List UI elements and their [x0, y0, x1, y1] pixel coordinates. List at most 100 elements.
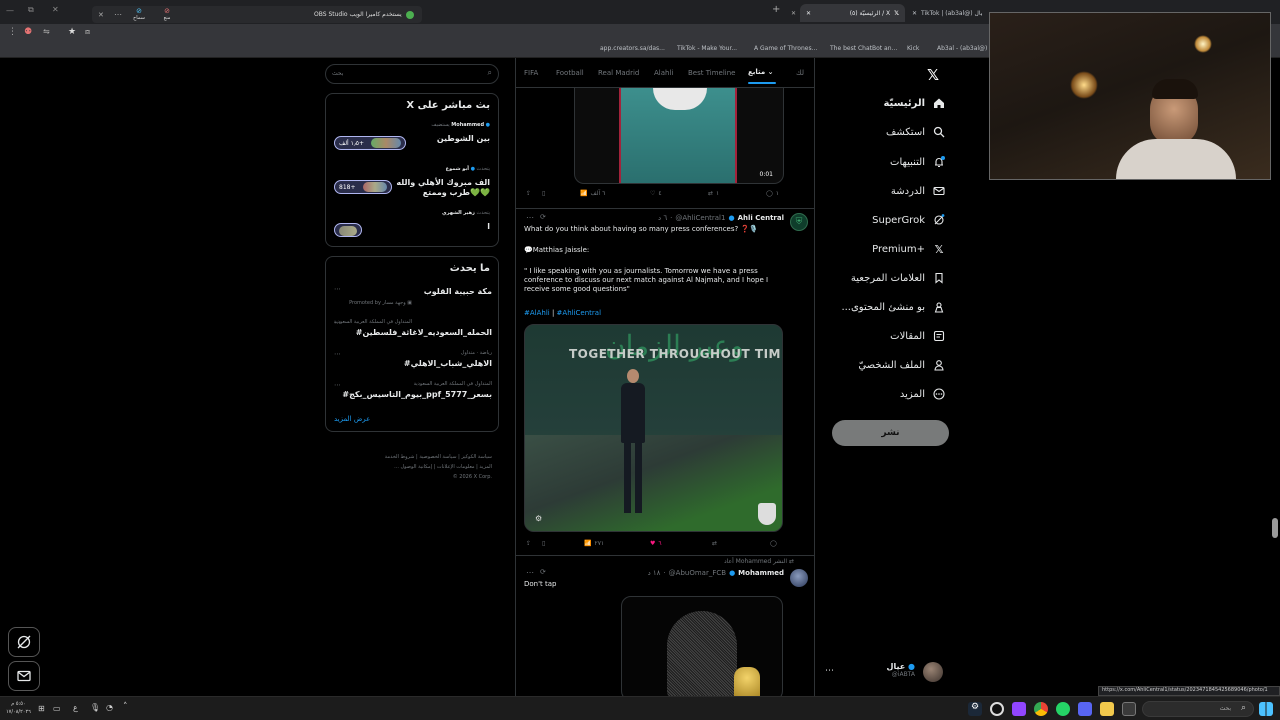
obs-icon[interactable] [990, 702, 1004, 716]
tweet-mohammed[interactable]: أعاد Mohammed النشر ⇄ ١٨ د · @AbuOmar_FC… [516, 556, 814, 696]
post-button[interactable]: نشر [832, 420, 949, 446]
x-logo-icon[interactable]: 𝕏 [927, 66, 939, 84]
bookmark-kick[interactable]: Kick [907, 45, 919, 52]
nav-supergrok[interactable]: SuperGrok [820, 214, 945, 226]
search-input[interactable]: بحث ⌕ [325, 64, 499, 84]
taskbar-clock[interactable]: ٥:٥٠ م ١٧/٠٨/٢٠٢٦ [6, 700, 31, 716]
trend-item[interactable]: ⋯ رياضة · متداول #الاهلي_شباب_الاهلي [326, 350, 500, 374]
messages-float-button[interactable] [8, 661, 40, 691]
whatsapp-icon[interactable] [1056, 702, 1070, 716]
volume-icon[interactable]: ◔ [106, 703, 113, 712]
show-more-link[interactable]: عرض المزيد [334, 415, 370, 423]
like-button[interactable]: ♡ ٤ [650, 190, 662, 197]
nav-articles[interactable]: المقالات [820, 330, 945, 342]
more-dots-icon[interactable]: ⋯ [526, 568, 534, 577]
more-dots-icon[interactable]: ⋯ [334, 285, 341, 293]
footer-link[interactable]: معلومات الإعلانات [437, 464, 475, 470]
close-icon[interactable]: ✕ [98, 11, 104, 19]
store-icon[interactable] [1122, 702, 1136, 716]
views-count[interactable]: 📶 ٢٧١ [584, 540, 604, 547]
trend-item[interactable]: ⋯ المتداول في المملكة العربية السعودية #… [326, 319, 500, 343]
avatar[interactable] [790, 569, 808, 587]
display-icon[interactable]: ▭ [53, 704, 61, 713]
tweet-handle[interactable]: @AhliCentral1 [675, 214, 725, 222]
tab-best-timeline[interactable]: Best Timeline [688, 69, 736, 77]
tab-for-you[interactable]: لك [796, 69, 804, 77]
tab-football[interactable]: Football [556, 69, 584, 77]
retweet-button[interactable]: ⇄ [712, 540, 717, 547]
menu-dots-icon[interactable]: ⋮ [8, 27, 17, 37]
window-restore-button[interactable]: ⧉ [28, 5, 34, 15]
grok-float-button[interactable] [8, 627, 40, 657]
tweet-author[interactable]: Ahli Central [738, 214, 784, 222]
trend-item[interactable]: ⋯ المتداول في المملكة العربية السعودية #… [326, 381, 500, 405]
bookmark-creators[interactable]: app.creators.sa/das... [600, 45, 665, 52]
profile-icon[interactable]: ⚉ [24, 27, 32, 37]
listeners-pill[interactable] [334, 223, 362, 237]
live-space-item[interactable]: يستضيف Mohammed ● بين الشوطين ١٫٥ ألف+ [326, 122, 500, 156]
footer-link[interactable]: شروط الخدمة [385, 454, 415, 460]
nav-notifications[interactable]: التنبيهات [820, 156, 945, 168]
bookmark-got[interactable]: A Game of Thrones... [754, 45, 817, 52]
extensions-icon[interactable]: ⇋ [43, 27, 50, 36]
more-icon[interactable]: ⋯ [114, 10, 122, 19]
taskbar-search[interactable]: بحث ⌕ [1142, 701, 1254, 717]
nav-explore[interactable]: استكشف [820, 126, 945, 138]
more-dots-icon[interactable]: ⋯ [334, 381, 341, 389]
nav-home[interactable]: الرئيسيّة [820, 97, 945, 109]
footer-link[interactable]: إمكانية الوصول [401, 464, 432, 470]
obs-allow-button[interactable]: ⊘ سماح [130, 8, 148, 22]
reply-button[interactable]: ◯ ١ [766, 190, 779, 197]
nav-more[interactable]: المزيد [820, 388, 945, 400]
discord-icon[interactable] [1078, 702, 1092, 716]
twitch-icon[interactable] [1012, 702, 1026, 716]
share-icon[interactable]: ⇪ [526, 190, 531, 197]
share-icon[interactable]: ⇪ [526, 540, 531, 547]
chevron-up-icon[interactable]: ˄ [123, 702, 128, 712]
windows-start-icon[interactable] [1259, 702, 1273, 716]
tab-real-madrid[interactable]: Real Madrid [598, 69, 639, 77]
grok-icon[interactable]: ⟳ [540, 213, 546, 221]
footer-link[interactable]: سياسة الخصوصية [419, 454, 456, 460]
tab-x-home[interactable]: ✕ (٥) الرئيسيّة / X 𝕏 [800, 4, 905, 22]
retweet-button[interactable]: ⇄ ١ [708, 190, 719, 197]
views-count[interactable]: 📶 ٦ آلف [580, 190, 605, 197]
tab-tiktok-profile[interactable]: ✕ TikTok | (ab3al@) عيال [906, 4, 988, 22]
page-scrollbar[interactable] [1272, 518, 1278, 538]
tweet-image[interactable]: وعبر الزمان TOGETHER THROUGHOUT TIME ⚙ [524, 324, 783, 532]
new-tab-button[interactable]: + [772, 4, 780, 15]
network-icon[interactable]: ⊞ [38, 704, 45, 713]
obs-stop-button[interactable]: ⊘ منع [158, 8, 176, 22]
trend-item[interactable]: ⋯ مكة حبيبة القلوب Promoted by وجهة مسار… [326, 285, 500, 311]
install-icon[interactable]: ⧈ [85, 27, 90, 37]
close-icon[interactable]: ✕ [806, 10, 811, 17]
footer-link[interactable]: سياسة الكوكيز [461, 454, 492, 460]
mic-icon[interactable]: 🎙 [90, 703, 100, 712]
like-button[interactable]: ♥ ٦ [650, 540, 662, 547]
nav-chat[interactable]: الدردشة [820, 185, 945, 197]
window-close-button[interactable]: ✕ [52, 5, 59, 14]
tab-alahli[interactable]: Alahli [654, 69, 673, 77]
grok-icon[interactable]: ⟳ [540, 568, 546, 576]
nav-profile[interactable]: الملف الشخصيّ [820, 359, 945, 371]
live-space-item[interactable]: يتحدث زهير الشهري ا [326, 210, 500, 240]
more-dots-icon[interactable]: ⋯ [526, 213, 534, 222]
tweet-handle[interactable]: @AbuOmar_FCB [669, 569, 726, 577]
star-icon[interactable]: ★ [68, 27, 76, 37]
window-minimize-button[interactable]: — [6, 6, 16, 16]
nav-bookmarks[interactable]: العلامات المرجعية [820, 272, 945, 284]
more-dots-icon[interactable]: ⋯ [334, 350, 341, 358]
tab-fifa[interactable]: FIFA [524, 69, 538, 77]
tweet-image[interactable] [621, 596, 783, 696]
tweet-author[interactable]: Mohammed [738, 569, 784, 577]
close-icon[interactable]: ✕ [912, 10, 917, 17]
bookmark-tiktok[interactable]: TikTok - Make Your... [677, 45, 737, 52]
bookmark-chatbot[interactable]: The best ChatBot an... [830, 45, 897, 52]
hashtag-link[interactable]: #AhliCentral [557, 309, 601, 317]
bookmark-icon[interactable]: ▯ [542, 540, 545, 547]
listeners-pill[interactable]: 818+ [334, 180, 392, 194]
reply-button[interactable]: ◯ [770, 540, 777, 547]
language-indicator[interactable]: ع [73, 703, 78, 712]
nav-creator-studio[interactable]: ...بو منشئ المحتوى [820, 301, 945, 313]
close-icon[interactable]: ✕ [791, 10, 796, 17]
